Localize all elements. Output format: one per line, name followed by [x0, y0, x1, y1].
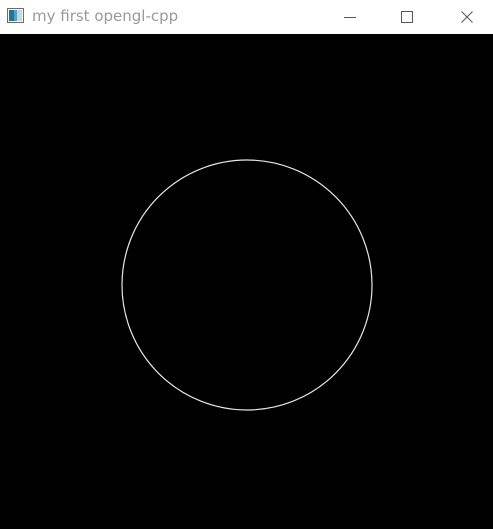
minimize-button[interactable] — [327, 0, 373, 34]
app-window: my first opengl-cpp — [0, 0, 493, 529]
maximize-button[interactable] — [384, 0, 430, 34]
minimize-icon — [344, 11, 356, 23]
opengl-app-icon — [7, 8, 24, 23]
maximize-icon — [401, 11, 413, 23]
window-title: my first opengl-cpp — [32, 7, 179, 25]
close-icon — [461, 11, 473, 23]
opengl-viewport[interactable] — [0, 34, 493, 529]
close-button[interactable] — [444, 0, 490, 34]
rendered-circle — [121, 159, 373, 411]
title-bar[interactable]: my first opengl-cpp — [0, 0, 493, 34]
viewport-drawing — [121, 159, 373, 411]
